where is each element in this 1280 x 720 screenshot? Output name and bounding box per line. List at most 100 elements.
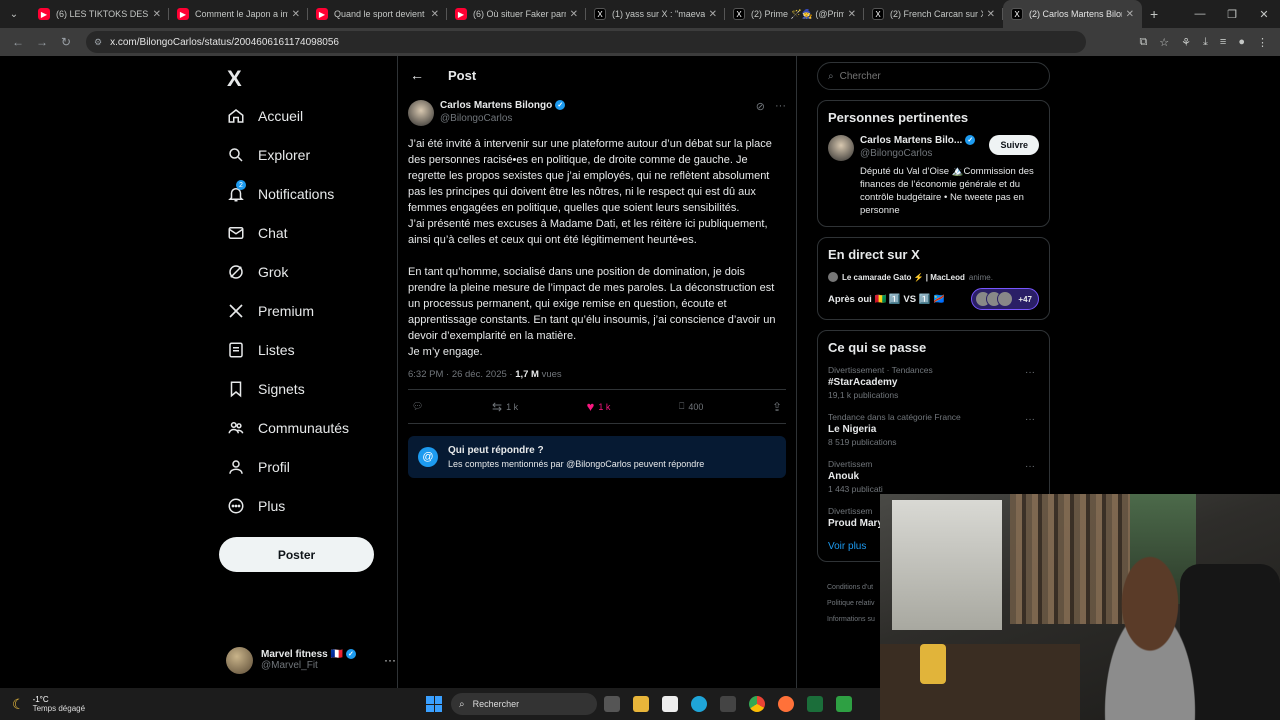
browser-tab[interactable]: ▶ (6) LES TIKTOKS DES POLI ✕ <box>30 0 169 28</box>
start-icon[interactable] <box>426 696 442 712</box>
browser-tab[interactable]: X (2) Prime 🪄🧙 (@Prime ✕ <box>725 0 864 28</box>
edge-icon[interactable] <box>691 696 707 712</box>
forward-icon[interactable]: → <box>30 35 54 49</box>
more-icon[interactable]: ··· <box>775 100 786 113</box>
install-icon[interactable]: ⧉ <box>1139 36 1147 49</box>
nav-item-chat[interactable]: Chat <box>219 213 399 252</box>
taskbar-search-label: Rechercher <box>472 699 520 709</box>
close-window-icon[interactable]: ✕ <box>1248 0 1280 28</box>
trend-item[interactable]: Tendance dans la catégorie France Le Nige… <box>828 412 1039 447</box>
nav-item-listes[interactable]: Listes <box>219 330 399 369</box>
close-tab-icon[interactable]: ✕ <box>1126 9 1134 20</box>
tab-title: (2) Prime 🪄🧙 (@Prime <box>751 8 844 19</box>
weather-desc: Temps dégagé <box>32 704 86 713</box>
live-host[interactable]: Le camarade Gato ⚡ | MacLeod anime. <box>828 272 1039 282</box>
author-avatar[interactable] <box>408 100 434 126</box>
menu-icon[interactable]: ⋮ <box>1257 36 1268 49</box>
post-button[interactable]: Poster <box>219 537 374 572</box>
close-tab-icon[interactable]: ✕ <box>987 9 995 20</box>
person-name[interactable]: Carlos Martens Bilo... ✓ <box>860 135 976 146</box>
extensions-icon[interactable]: ⚘ <box>1181 36 1191 49</box>
bookmark-icon <box>227 380 245 398</box>
download-icon[interactable]: ⤓ <box>1203 36 1208 49</box>
close-tab-icon[interactable]: ✕ <box>431 9 439 20</box>
nav-item-accueil[interactable]: Accueil <box>219 96 399 135</box>
person-avatar[interactable] <box>828 135 854 161</box>
nav-item-profil[interactable]: Profil <box>219 447 399 486</box>
follow-button[interactable]: Suivre <box>989 135 1039 155</box>
browser-tab[interactable]: X (2) French Carcan sur X : " ✕ <box>864 0 1003 28</box>
nav-item-grok[interactable]: Grok <box>219 252 399 291</box>
live-space[interactable]: Après oui 🇬🇳 1️⃣ VS 1️⃣ 🇨🇩 +47 <box>828 288 1039 310</box>
nav-label: Chat <box>258 224 288 241</box>
repost-button[interactable]: ⇆ 1 k <box>492 400 518 414</box>
url-field[interactable]: ⚙ x.com/BilongoCarlos/status/20046061611… <box>86 31 1086 53</box>
author-name[interactable]: Carlos Martens Bilongo ✓ <box>440 100 566 111</box>
app-icon[interactable] <box>836 696 852 712</box>
close-tab-icon[interactable]: ✕ <box>570 9 578 20</box>
browser-tab[interactable]: X (2) Carlos Martens Bilong ✕ <box>1003 0 1142 28</box>
nav-item-plus[interactable]: Plus <box>219 486 399 525</box>
reload-icon[interactable]: ↻ <box>54 35 78 49</box>
x-logo[interactable]: X <box>227 66 242 92</box>
more-icon[interactable]: ··· <box>1025 414 1035 425</box>
share-button[interactable]: ⇪ <box>772 400 782 414</box>
file-explorer-icon[interactable] <box>633 696 649 712</box>
more-icon[interactable]: ··· <box>1025 461 1035 472</box>
bookmark-button[interactable]: ⎕ 400 <box>679 401 703 412</box>
maximize-icon[interactable]: ❐ <box>1216 0 1248 28</box>
browser-tab[interactable]: ▶ Comment le Japon a inve ✕ <box>169 0 308 28</box>
tab-title: (6) LES TIKTOKS DES POLI <box>56 9 149 19</box>
app-icon[interactable] <box>807 696 823 712</box>
post-text: J’ai été invité à intervenir sur une pla… <box>408 138 776 358</box>
close-tab-icon[interactable]: ✕ <box>153 9 161 20</box>
account-name: Marvel fitness 🇫🇷 ✓ <box>261 649 356 660</box>
reply-button[interactable]: 💬︎ <box>412 401 423 412</box>
store-icon[interactable] <box>720 696 736 712</box>
views-label: vues <box>538 369 562 380</box>
person-handle[interactable]: @BilongoCarlos <box>860 148 975 159</box>
trend-item[interactable]: Divertissement · Tendances #StarAcademy 19… <box>828 365 1039 400</box>
task-view-icon[interactable] <box>604 696 620 712</box>
weather-widget[interactable]: ☾ -1°C Temps dégagé <box>12 695 85 713</box>
nav-item-explorer[interactable]: Explorer <box>219 135 399 174</box>
account-switcher[interactable]: Marvel fitness 🇫🇷 ✓ @Marvel_Fit ··· <box>226 644 396 676</box>
author-handle[interactable]: @BilongoCarlos <box>440 113 565 124</box>
back-icon[interactable]: ← <box>6 35 30 49</box>
search-box[interactable]: ⌕ <box>817 62 1050 90</box>
nav-item-notifications[interactable]: 2 Notifications <box>219 174 399 213</box>
new-tab-icon[interactable]: + <box>1150 6 1158 22</box>
search-input[interactable] <box>839 70 1020 82</box>
star-icon[interactable]: ☆ <box>1159 36 1169 49</box>
grok-icon[interactable]: ⊘ <box>756 100 765 113</box>
close-tab-icon[interactable]: ✕ <box>709 9 717 20</box>
like-button[interactable]: ♥ 1 k <box>587 399 611 414</box>
profile-icon[interactable]: ● <box>1238 36 1245 49</box>
close-tab-icon[interactable]: ✕ <box>848 9 856 20</box>
nav-item-communautés[interactable]: Communautés <box>219 408 399 447</box>
site-info-icon[interactable]: ⚙ <box>94 37 102 48</box>
chrome-icon[interactable] <box>749 696 765 712</box>
firefox-icon[interactable] <box>778 696 794 712</box>
browser-tab[interactable]: ▶ Quand le sport devient TC ✕ <box>308 0 447 28</box>
nav-item-premium[interactable]: Premium <box>219 291 399 330</box>
back-arrow-icon[interactable]: ← <box>410 67 424 83</box>
nav-label: Accueil <box>258 107 304 124</box>
browser-tab[interactable]: ▶ (6) Où situer Faker parmi ✕ <box>447 0 586 28</box>
media-icon[interactable]: ≡ <box>1220 36 1226 49</box>
tab-search-icon[interactable]: ⌄ <box>4 4 24 24</box>
notepad-icon[interactable] <box>662 696 678 712</box>
temperature: -1°C <box>32 695 49 704</box>
nav-item-signets[interactable]: Signets <box>219 369 399 408</box>
more-icon[interactable]: ··· <box>1025 367 1035 378</box>
listener-count: +47 <box>1018 294 1032 304</box>
minimize-icon[interactable]: — <box>1184 0 1216 28</box>
taskbar-search[interactable]: ⌕ Rechercher <box>451 693 597 715</box>
person-row[interactable]: Carlos Martens Bilo... ✓ @BilongoCarlos S… <box>828 135 1039 161</box>
close-tab-icon[interactable]: ✕ <box>292 9 300 20</box>
trend-item[interactable]: Divertissem Anouk 1 443 publicati ··· <box>828 459 1039 494</box>
post-time[interactable]: 6:32 PM · 26 déc. 2025 · <box>408 369 515 380</box>
listeners-pill[interactable]: +47 <box>971 288 1039 310</box>
browser-tab[interactable]: X (1) yass sur X : "maeva gh ✕ <box>586 0 725 28</box>
more-icon[interactable]: ··· <box>384 653 396 667</box>
